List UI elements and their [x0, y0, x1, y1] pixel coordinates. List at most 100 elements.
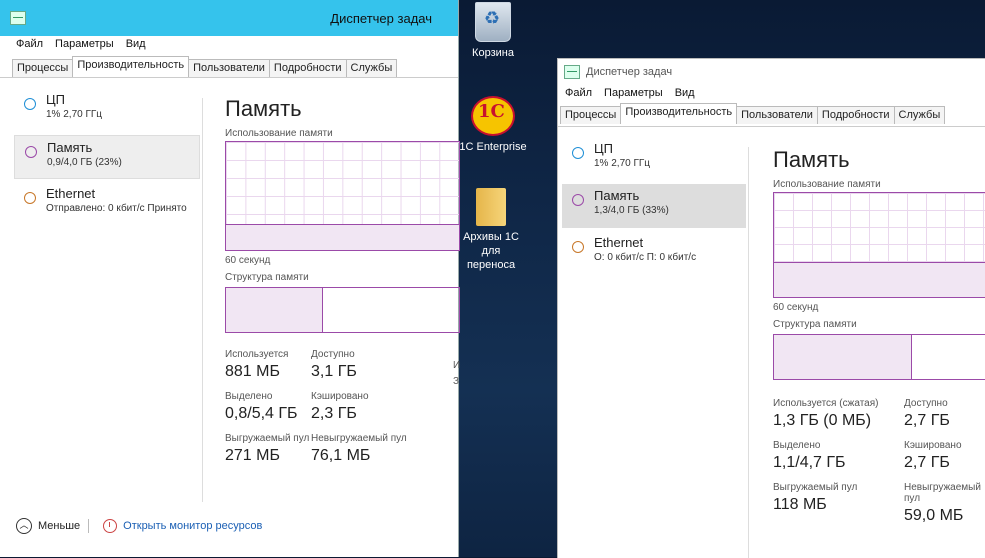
stat-cached: Кэшировано 2,3 ГБ — [311, 391, 431, 423]
window-title: Диспетчер задач — [586, 66, 673, 78]
structure-label: Структура памяти — [225, 272, 309, 283]
usage-graph-label: Использование памяти — [225, 128, 333, 139]
menu-bar: Файл Параметры Вид — [558, 87, 985, 99]
fewer-details-button[interactable]: Меньше — [38, 520, 80, 532]
memory-structure-bar — [773, 334, 985, 380]
stat-nonpaged-pool: Невыгружаемый пул 76,1 МБ — [311, 433, 431, 465]
tab-services[interactable]: Службы — [345, 59, 398, 77]
open-resource-monitor-link[interactable]: Открыть монитор ресурсов — [123, 520, 262, 532]
memory-panel: Память Использование памяти 60 секунд Ст… — [773, 147, 985, 525]
memory-stats: Используется (сжатая) 1,3 ГБ (0 МБ) Досту… — [773, 398, 985, 525]
resource-name: ЦП — [46, 92, 65, 107]
memory-indicator-icon — [25, 146, 37, 158]
stat-key: Невыгружаемый пул — [904, 482, 981, 504]
stat-value: 881 МБ — [225, 363, 280, 380]
desktop-icon-label: Архивы 1С для переноса — [463, 231, 519, 271]
stat-committed: Выделено 0,8/5,4 ГБ — [225, 391, 311, 423]
desktop-icon-recycle-bin[interactable]: Корзина — [453, 2, 533, 60]
structure-used-segment — [226, 288, 324, 332]
stat-value: 2,7 ГБ — [904, 454, 950, 471]
stat-key: Кэшировано — [311, 391, 369, 402]
stat-cached: Кэшировано 2,7 ГБ — [904, 440, 985, 472]
tab-performance[interactable]: Производительность — [72, 56, 190, 77]
resource-detail: 1% 2,70 ГГц — [594, 158, 651, 169]
stat-value: 59,0 МБ — [904, 507, 964, 524]
cpu-indicator-icon — [572, 147, 584, 159]
stat-paged-pool: Выгружаемый пул 271 МБ — [225, 433, 311, 465]
stat-in-use: Используется 881 МБ — [225, 349, 311, 381]
stat-nonpaged-pool: Невыгружаемый пул 59,0 МБ — [904, 482, 985, 525]
stat-value: 271 МБ — [225, 447, 280, 464]
resource-detail: 1,3/4,0 ГБ (33%) — [594, 205, 669, 216]
folder-icon — [476, 188, 506, 226]
resource-cpu[interactable]: ЦП 1% 2,70 ГГц — [14, 88, 200, 132]
desktop-icon-archive-folder[interactable]: Архивы 1С для переноса — [451, 188, 531, 272]
resource-ethernet[interactable]: Ethernet О: 0 кбит/с П: 0 кбит/с — [562, 231, 746, 275]
resource-cpu[interactable]: ЦП 1% 2,70 ГГц — [562, 137, 746, 181]
tab-users[interactable]: Пользователи — [736, 106, 818, 124]
stat-value: 1,1/4,7 ГБ — [773, 454, 846, 471]
usage-fill — [226, 224, 459, 250]
stat-available: Доступно 2,7 ГБ — [904, 398, 985, 430]
tab-performance[interactable]: Производительность — [620, 103, 738, 124]
resource-memory[interactable]: Память 0,9/4,0 ГБ (23%) — [14, 135, 200, 179]
pane-divider[interactable] — [202, 98, 203, 502]
title-bar[interactable]: Диспетчер задач — [558, 59, 985, 85]
panel-title: Память — [225, 96, 302, 121]
time-axis-label: 60 секунд — [225, 255, 271, 266]
resource-ethernet[interactable]: Ethernet Отправлено: 0 кбит/с Принято — [14, 182, 200, 226]
usage-graph-label: Использование памяти — [773, 179, 881, 190]
resource-detail: Отправлено: 0 кбит/с Принято — [46, 203, 187, 214]
footer-divider — [88, 519, 90, 533]
stat-available: Доступно 3,1 ГБ — [311, 349, 431, 381]
structure-label: Структура памяти — [773, 319, 857, 330]
stat-value: 2,7 ГБ — [904, 412, 950, 429]
usage-fill — [774, 261, 985, 297]
menu-file[interactable]: Файл — [16, 38, 43, 50]
footer-bar: ︿ Меньше Открыть монитор ресурсов — [16, 518, 262, 534]
menu-options[interactable]: Параметры — [55, 38, 114, 50]
resource-detail: 0,9/4,0 ГБ (23%) — [47, 157, 122, 168]
resource-detail: 1% 2,70 ГГц — [46, 109, 103, 120]
menu-file[interactable]: Файл — [565, 87, 592, 99]
ethernet-indicator-icon — [24, 192, 36, 204]
stat-key: Выгружаемый пул — [773, 482, 858, 493]
tab-processes[interactable]: Процессы — [12, 59, 74, 77]
task-manager-window-1: Диспетчер задач Файл Параметры Вид Проце… — [0, 0, 461, 557]
time-axis-label: 60 секунд — [773, 302, 819, 313]
memory-indicator-icon — [572, 194, 584, 206]
resource-monitor-icon — [103, 519, 118, 533]
cut-off-text: З — [453, 376, 460, 387]
task-manager-window-2: Диспетчер задач Файл Параметры Вид Проце… — [557, 58, 985, 558]
cut-off-text: И — [453, 360, 461, 371]
pane-divider[interactable] — [748, 147, 749, 558]
tab-details[interactable]: Подробности — [816, 106, 895, 124]
resource-name: Память — [47, 140, 93, 155]
resource-name: Ethernet — [46, 186, 96, 201]
stat-key: Используется — [225, 349, 289, 360]
tab-processes[interactable]: Процессы — [560, 106, 622, 124]
menu-view[interactable]: Вид — [126, 38, 146, 50]
desktop-icon-label: Корзина — [472, 47, 514, 59]
chevron-up-icon[interactable]: ︿ — [16, 518, 32, 534]
stat-in-use-compressed: Используется (сжатая) 1,3 ГБ (0 МБ) — [773, 398, 904, 430]
tab-services[interactable]: Службы — [893, 106, 946, 124]
tab-users[interactable]: Пользователи — [188, 59, 270, 77]
stat-key: Кэшировано — [904, 440, 962, 451]
memory-usage-graph — [225, 141, 460, 251]
resource-detail: О: 0 кбит/с П: 0 кбит/с — [594, 252, 697, 263]
menu-options[interactable]: Параметры — [604, 87, 663, 99]
menu-view[interactable]: Вид — [675, 87, 695, 99]
cpu-indicator-icon — [24, 98, 36, 110]
desktop-icon-1c-enterprise[interactable]: 1С 1C Enterprise — [453, 96, 533, 154]
structure-used-segment — [774, 335, 912, 379]
resource-name: ЦП — [594, 141, 613, 156]
stat-committed: Выделено 1,1/4,7 ГБ — [773, 440, 904, 472]
stat-key: Выделено — [225, 391, 273, 402]
resource-memory[interactable]: Память 1,3/4,0 ГБ (33%) — [562, 184, 746, 228]
stat-value: 76,1 МБ — [311, 447, 371, 464]
stat-key: Доступно — [311, 349, 355, 360]
task-manager-app-icon — [564, 65, 580, 79]
title-bar[interactable]: Диспетчер задач — [0, 0, 458, 36]
tab-details[interactable]: Подробности — [268, 59, 347, 77]
